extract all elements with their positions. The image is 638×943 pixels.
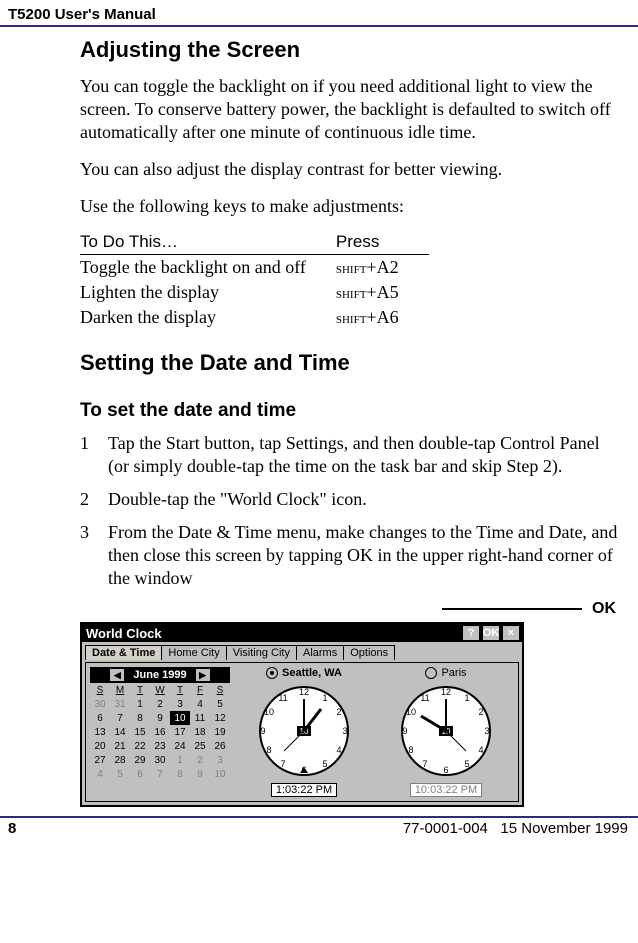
home-city-radio[interactable] [266,667,278,679]
para-backlight: You can toggle the backlight on if you n… [80,75,622,144]
para-contrast: You can also adjust the display contrast… [80,158,622,181]
doc-date: 15 November 1999 [500,820,628,837]
svg-text:1: 1 [464,693,469,703]
table-row: Lighten the display shift+A5 [80,280,429,305]
svg-text:7: 7 [280,759,285,769]
calendar: ◀ June 1999 ▶ SMTWTFS 303112345 67891011… [90,667,230,781]
running-head: T5200 User's Manual [0,0,638,23]
key-action: Darken the display [80,305,336,330]
key-press: shift+A6 [336,305,429,330]
help-button[interactable]: ? [462,625,480,641]
svg-text:1: 1 [322,693,327,703]
prev-month-button[interactable]: ◀ [109,668,125,682]
key-action: Lighten the display [80,280,336,305]
svg-text:10: 10 [406,707,416,717]
callout-leader-line [442,608,582,610]
home-time-field[interactable]: 1:03:22 PM [271,783,337,797]
tab-date-time[interactable]: Date & Time [85,645,162,660]
titlebar: World Clock ? OK × [82,624,522,642]
calendar-grid[interactable]: SMTWTFS 303112345 6789101112 13141516171… [90,683,230,781]
key-table-header-action: To Do This… [80,232,336,255]
list-item: 1Tap the Start button, tap Settings, and… [80,432,622,478]
list-item: 2Double-tap the "World Clock" icon. [80,488,622,511]
para-keys-intro: Use the following keys to make adjustmen… [80,195,622,218]
close-button[interactable]: × [502,625,520,641]
svg-text:3: 3 [342,726,347,736]
tab-alarms[interactable]: Alarms [296,645,344,660]
visiting-time-field: 10:03:22 PM [410,783,482,797]
doc-number: 77-0001-004 [403,820,488,837]
date-time-panel: ◀ June 1999 ▶ SMTWTFS 303112345 67891011… [85,662,519,802]
svg-text:10: 10 [264,707,274,717]
page-number: 8 [8,820,80,837]
visiting-clock-column: Paris 1212 345 678 91011 [378,667,514,797]
key-action: Toggle the backlight on and off [80,255,336,281]
callout-ok-label: OK [592,600,616,618]
visiting-city-label: Paris [441,667,466,679]
tab-bar: Date & Time Home City Visiting City Alar… [85,645,519,660]
key-press: shift+A2 [336,255,429,281]
svg-text:9: 9 [260,726,265,736]
ok-button[interactable]: OK [482,625,500,641]
key-table: To Do This… Press Toggle the backlight o… [80,232,429,330]
key-press: shift+A5 [336,280,429,305]
home-clock-column: Seattle, WA 1212 345 678 91011 [236,667,372,797]
svg-text:11: 11 [420,693,429,703]
steps-list: 1Tap the Start button, tap Settings, and… [80,432,622,590]
world-clock-figure: OK World Clock ? OK × Date & Time Home C… [80,600,622,810]
footer: 8 77-0001-004 15 November 1999 [0,818,638,845]
svg-text:5: 5 [464,759,469,769]
list-item: 3From the Date & Time menu, make changes… [80,521,622,590]
tab-visiting-city[interactable]: Visiting City [226,645,297,660]
subsection-title: To set the date and time [80,400,622,422]
svg-text:5: 5 [322,759,327,769]
svg-text:12: 12 [299,687,309,697]
home-city-label: Seattle, WA [282,667,342,679]
tab-home-city[interactable]: Home City [161,645,226,660]
section-title-datetime: Setting the Date and Time [80,350,622,376]
svg-text:4: 4 [336,745,341,755]
svg-text:2: 2 [478,707,483,717]
table-row: Darken the display shift+A6 [80,305,429,330]
svg-text:9: 9 [402,726,407,736]
next-month-button[interactable]: ▶ [195,668,211,682]
svg-text:3: 3 [484,726,489,736]
svg-text:8: 8 [408,745,413,755]
world-clock-window: World Clock ? OK × Date & Time Home City… [80,622,524,807]
home-clock-icon: 1212 345 678 91011 10 [249,681,359,781]
content-area: Adjusting the Screen You can toggle the … [0,37,638,810]
svg-text:4: 4 [478,745,483,755]
calendar-month: June 1999 [133,669,186,681]
window-title: World Clock [84,626,460,641]
svg-text:11: 11 [278,693,287,703]
header-rule [0,25,638,27]
table-row: Toggle the backlight on and off shift+A2 [80,255,429,281]
svg-text:8: 8 [266,745,271,755]
key-table-header-press: Press [336,232,429,255]
section-title-adjusting: Adjusting the Screen [80,37,622,63]
visiting-city-radio[interactable] [425,667,437,679]
tab-options[interactable]: Options [343,645,395,660]
svg-text:6: 6 [443,765,448,775]
visiting-clock-icon: 1212 345 678 91011 10 [391,681,501,781]
svg-text:7: 7 [422,759,427,769]
svg-text:2: 2 [336,707,341,717]
svg-text:12: 12 [441,687,451,697]
